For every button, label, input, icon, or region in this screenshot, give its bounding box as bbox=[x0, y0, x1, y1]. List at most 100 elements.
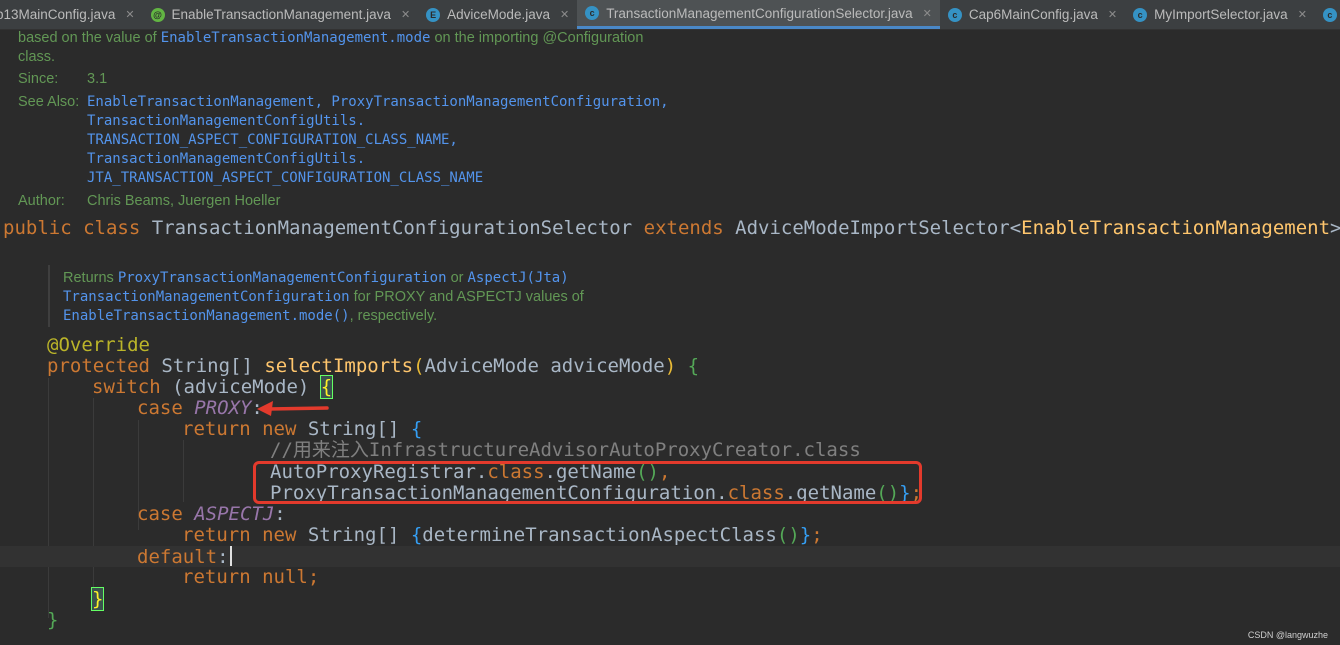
keyword-case: case bbox=[137, 503, 183, 525]
semicolon: ; bbox=[307, 566, 320, 588]
return-type: String[] bbox=[149, 355, 265, 377]
doc-text: or bbox=[446, 270, 468, 286]
class-icon: c bbox=[947, 7, 962, 22]
tab-label: AdviceMode.java bbox=[447, 7, 550, 22]
switch-close-brace: } bbox=[90, 587, 105, 611]
close-icon[interactable]: ✕ bbox=[1298, 8, 1307, 21]
method-open-brace: { bbox=[676, 355, 700, 377]
close-icon[interactable]: ✕ bbox=[125, 8, 134, 21]
doc-link-mode[interactable]: EnableTransactionManagement.mode bbox=[161, 30, 431, 46]
method-close-brace: } bbox=[47, 609, 59, 631]
doc-link-proxy-config[interactable]: ProxyTransactionManagementConfiguration bbox=[118, 270, 447, 286]
array-type: String[] bbox=[296, 524, 411, 546]
indent-guide bbox=[183, 440, 184, 502]
doc-text: for PROXY and ASPECTJ values of bbox=[349, 289, 584, 305]
array-open-brace: { bbox=[410, 418, 423, 440]
keyword-null: null bbox=[262, 566, 308, 588]
class-declaration: public class TransactionManagementConfig… bbox=[3, 218, 1340, 239]
red-highlight-box bbox=[253, 461, 922, 504]
enum-aspectj[interactable]: ASPECTJ bbox=[194, 503, 274, 525]
keyword-new: new bbox=[262, 418, 297, 440]
case-proxy-line: case PROXY: bbox=[137, 398, 263, 419]
editor-tab[interactable]: cAopConfig bbox=[1315, 0, 1340, 29]
see-also-link[interactable]: TRANSACTION_ASPECT_CONFIGURATION_CLASS_N… bbox=[87, 132, 458, 148]
annotation-icon: @ bbox=[150, 7, 165, 22]
keyword-public: public bbox=[3, 217, 72, 239]
editor-tab[interactable]: @ EnableTransactionManagement.java ✕ bbox=[143, 0, 419, 29]
case-colon: : bbox=[274, 503, 286, 525]
see-also-link[interactable]: TransactionManagementConfigUtils. bbox=[87, 151, 365, 167]
keyword-switch: switch bbox=[92, 376, 161, 398]
doc-text: class. bbox=[18, 49, 56, 65]
comment-line: //用来注入InfrastructureAdvisorAutoProxyCrea… bbox=[270, 440, 861, 461]
keyword-return: return bbox=[182, 524, 251, 546]
enum-icon: E bbox=[426, 7, 441, 22]
return-null-line: return null; bbox=[182, 567, 319, 588]
enum-proxy[interactable]: PROXY bbox=[194, 397, 251, 419]
see-also-link[interactable]: JTA_TRANSACTION_ASPECT_CONFIGURATION_CLA… bbox=[87, 170, 483, 186]
line-comment: //用来注入InfrastructureAdvisorAutoProxyCrea… bbox=[270, 439, 861, 461]
method-javadoc: Returns ProxyTransactionManagementConfig… bbox=[63, 269, 763, 329]
keyword-protected: protected bbox=[47, 355, 150, 377]
indent-guide bbox=[48, 378, 49, 618]
see-also-link[interactable]: TransactionManagementConfigUtils. bbox=[87, 113, 365, 129]
doc-link-tx-config[interactable]: TransactionManagementConfiguration bbox=[63, 289, 350, 305]
keyword-class: class bbox=[83, 217, 141, 239]
array-open-brace: { bbox=[410, 524, 423, 546]
since-value: 3.1 bbox=[87, 71, 108, 87]
array-close-brace: } bbox=[799, 524, 812, 546]
see-also-label: See Also: bbox=[18, 94, 80, 110]
semicolon: ; bbox=[811, 524, 823, 546]
method-name[interactable]: selectImports bbox=[264, 355, 413, 377]
array-type: String[] bbox=[296, 418, 411, 440]
editor-tab[interactable]: E AdviceMode.java ✕ bbox=[418, 0, 577, 29]
close-icon[interactable]: ✕ bbox=[560, 8, 569, 21]
watermark: CSDN @langwuzhe bbox=[1247, 630, 1328, 640]
switch-line: switch (adviceMode) { bbox=[92, 375, 334, 399]
text-caret bbox=[229, 546, 232, 566]
class-javadoc: based on the value of EnableTransactionM… bbox=[18, 29, 1318, 214]
paren-open: ( bbox=[413, 355, 425, 377]
generic-open: < bbox=[1009, 217, 1022, 239]
author-value: Chris Beams, Juergen Hoeller bbox=[87, 193, 281, 209]
doc-text: , respectively. bbox=[349, 308, 438, 324]
editor-tab[interactable]: c MyImportSelector.java ✕ bbox=[1125, 0, 1315, 29]
editor-tab[interactable]: p13MainConfig.java ✕ bbox=[0, 0, 143, 29]
case-aspectj-line: case ASPECTJ: bbox=[137, 504, 286, 525]
keyword-case: case bbox=[137, 397, 183, 419]
return-aspectj-line: return new String[] {determineTransactio… bbox=[182, 525, 823, 546]
doc-link-mode-method[interactable]: EnableTransactionManagement.mode() bbox=[63, 308, 350, 324]
paren-close: ) bbox=[664, 355, 677, 377]
class-name[interactable]: TransactionManagementConfigurationSelect… bbox=[152, 217, 632, 239]
return-proxy-line: return new String[] { bbox=[182, 419, 422, 440]
method-signature-line: protected String[] selectImports(AdviceM… bbox=[47, 356, 699, 377]
doc-gutter-bar bbox=[48, 265, 50, 327]
red-arrow-annotation bbox=[257, 401, 329, 416]
author-label: Author: bbox=[18, 193, 65, 209]
see-also-link[interactable]: EnableTransactionManagement, ProxyTransa… bbox=[87, 94, 669, 110]
close-icon[interactable]: ✕ bbox=[401, 8, 410, 21]
editor-tab[interactable]: c Cap6MainConfig.java ✕ bbox=[940, 0, 1125, 29]
tab-label: EnableTransactionManagement.java bbox=[171, 7, 391, 22]
class-icon: c bbox=[585, 6, 600, 20]
generic-type[interactable]: EnableTransactionManagement bbox=[1021, 217, 1330, 239]
editor-tab-bar: p13MainConfig.java ✕ @ EnableTransactionMan… bbox=[0, 0, 1340, 30]
default-colon: : bbox=[217, 546, 229, 568]
keyword-return: return bbox=[182, 566, 251, 588]
keyword-extends: extends bbox=[643, 217, 724, 239]
generic-close: > bbox=[1330, 217, 1340, 239]
doc-text: on the importing @Configuration bbox=[430, 30, 644, 46]
keyword-return: return bbox=[182, 418, 251, 440]
override-annotation[interactable]: @Override bbox=[47, 334, 150, 356]
editor-tab[interactable]: c TransactionManagementConfigurationSelec… bbox=[577, 0, 940, 29]
override-annotation-line: @Override bbox=[47, 335, 150, 356]
determine-call[interactable]: determineTransactionAspectClass bbox=[422, 524, 777, 546]
tab-label: p13MainConfig.java bbox=[0, 7, 116, 22]
superclass-name[interactable]: AdviceModeImportSelector bbox=[735, 217, 1010, 239]
doc-link-aspectj[interactable]: AspectJ(Jta) bbox=[468, 270, 569, 286]
close-icon[interactable]: ✕ bbox=[1108, 8, 1117, 21]
close-icon[interactable]: ✕ bbox=[923, 7, 932, 20]
switch-open-brace: { bbox=[319, 375, 334, 399]
class-icon: c bbox=[1322, 7, 1337, 22]
method-close-line: } bbox=[47, 610, 58, 631]
